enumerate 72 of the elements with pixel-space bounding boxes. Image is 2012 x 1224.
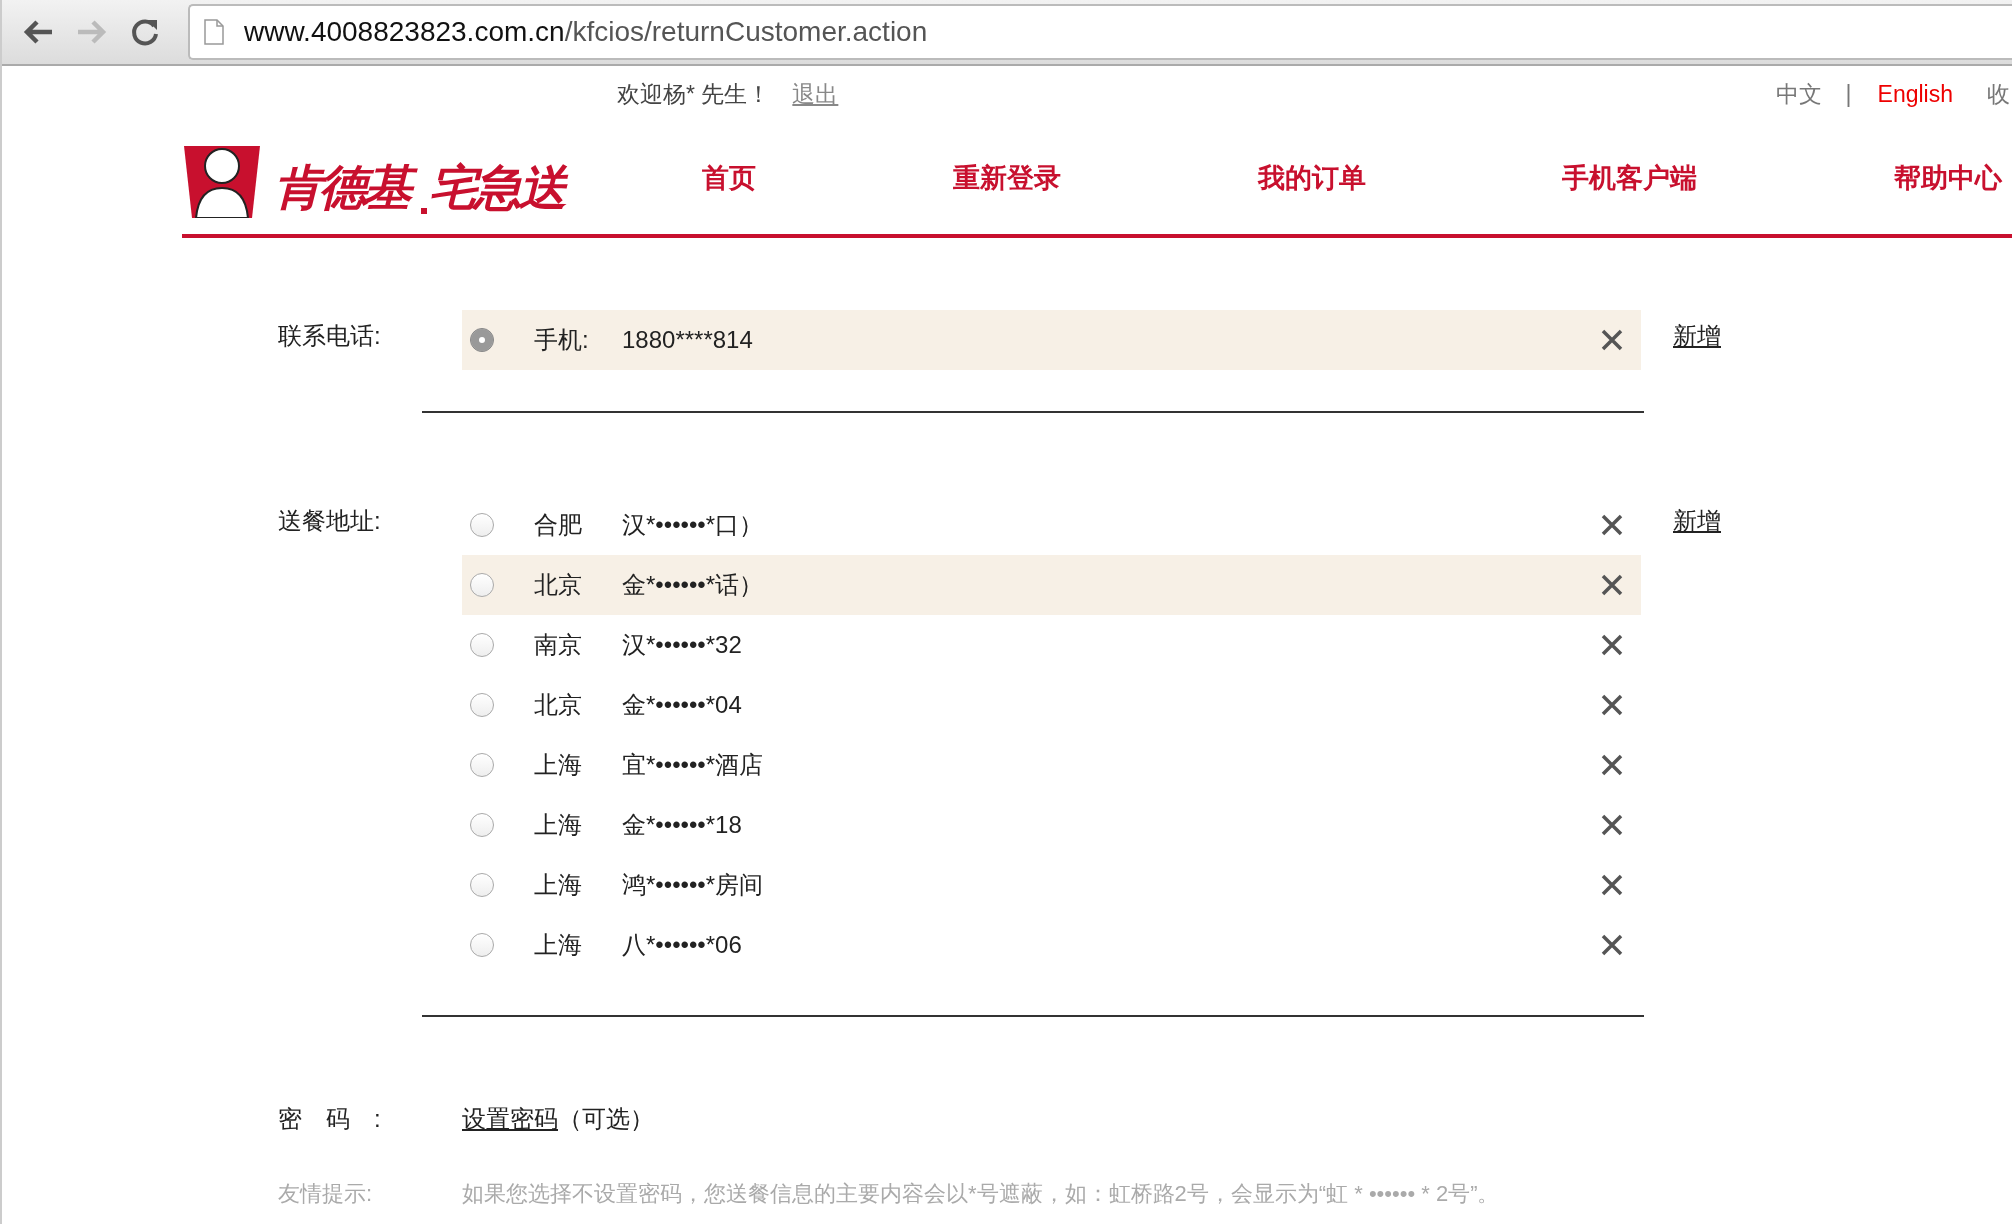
nav-link[interactable]: 我的订单: [1257, 160, 1366, 196]
city-text: 北京: [534, 690, 583, 720]
logout-link[interactable]: 退出: [792, 78, 839, 110]
radio-button[interactable]: [470, 813, 494, 837]
url-text: www.4008823823.com.cn/kfcios/returnCustomer.action: [244, 16, 928, 48]
optional-note: （可选）: [558, 1104, 654, 1134]
back-icon[interactable]: [22, 18, 54, 46]
language-link[interactable]: English: [1877, 80, 1953, 108]
field-label: 联系电话:: [278, 321, 382, 351]
delete-icon[interactable]: [1601, 634, 1623, 656]
address-row[interactable]: 北京 金*••••••*话）: [462, 555, 1641, 615]
city-text: 北京: [534, 570, 583, 600]
address-row[interactable]: 南京 汉*••••••*32: [462, 615, 1641, 675]
address-text: 金*••••••*话）: [622, 570, 765, 600]
address-row[interactable]: 上海 鸿*••••••*房间: [462, 855, 1641, 915]
delete-icon[interactable]: [1601, 934, 1623, 956]
add-link[interactable]: 新增: [1673, 495, 1721, 537]
field-label: 密 码 :: [278, 1104, 382, 1134]
header-link[interactable]: 收: [1987, 78, 2010, 110]
page-icon: [204, 19, 224, 45]
delete-icon[interactable]: [1601, 329, 1623, 351]
address-bar[interactable]: www.4008823823.com.cn/kfcios/returnCustomer.action: [188, 4, 2012, 60]
add-link[interactable]: 新增: [1673, 310, 1721, 352]
address-text: 八*••••••*06: [622, 930, 743, 960]
address-row[interactable]: 北京 金*••••••*04: [462, 675, 1641, 735]
phone-type: 手机:: [534, 325, 590, 355]
city-text: 合肥: [534, 510, 583, 540]
city-text: 上海: [534, 930, 583, 960]
radio-button[interactable]: [470, 573, 494, 597]
city-text: 南京: [534, 630, 583, 660]
logo-text: 肯德基: [274, 158, 419, 218]
address-row[interactable]: 上海 八*••••••*06: [462, 915, 1641, 975]
city-text: 上海: [534, 810, 583, 840]
address-row[interactable]: 合肥 汉*••••••*口）: [462, 495, 1641, 555]
address-row[interactable]: 上海 金*••••••*18: [462, 795, 1641, 855]
nav-link[interactable]: 首页: [702, 160, 756, 196]
welcome-text: 欢迎杨* 先生！: [617, 79, 771, 109]
radio-button[interactable]: [470, 633, 494, 657]
reload-icon[interactable]: [130, 17, 160, 47]
phone-row[interactable]: 手机: 1880****814: [462, 310, 1641, 370]
logo-text: 宅急送: [429, 160, 567, 216]
address-text: 金*••••••*18: [622, 810, 743, 840]
language-link[interactable]: 中文: [1775, 78, 1822, 110]
tip-text: 如果您选择不设置密码，您送餐信息的主要内容会以*号遮蔽，如：虹桥路2号，会显示为“虹 * •••••• * 2号”。: [462, 1180, 1500, 1208]
address-text: 汉*••••••*口）: [622, 510, 765, 540]
phone-number: 1880****814: [622, 326, 754, 354]
address-text: 宜*••••••*酒店: [622, 750, 765, 780]
city-text: 上海: [534, 750, 583, 780]
radio-button[interactable]: [470, 933, 494, 957]
radio-button[interactable]: [470, 873, 494, 897]
delete-icon[interactable]: [1601, 874, 1623, 896]
delete-icon[interactable]: [1601, 514, 1623, 536]
city-text: 上海: [534, 870, 583, 900]
radio-button[interactable]: [470, 328, 494, 352]
radio-button[interactable]: [470, 693, 494, 717]
delete-icon[interactable]: [1601, 694, 1623, 716]
delete-icon[interactable]: [1601, 754, 1623, 776]
address-row[interactable]: 上海 宜*••••••*酒店: [462, 735, 1641, 795]
field-label: 送餐地址:: [278, 506, 382, 536]
radio-button[interactable]: [470, 753, 494, 777]
nav-link[interactable]: 帮助中心: [1894, 160, 2002, 196]
nav-link[interactable]: 手机客户端: [1562, 160, 1698, 196]
tip-label: 友情提示:: [278, 1180, 374, 1208]
radio-button[interactable]: [470, 513, 494, 537]
delete-icon[interactable]: [1601, 574, 1623, 596]
nav-link[interactable]: 重新登录: [952, 160, 1061, 196]
separator: |: [1845, 80, 1852, 108]
set-password-link[interactable]: 设置密码: [462, 1103, 558, 1135]
address-text: 鸿*••••••*房间: [622, 870, 765, 900]
address-text: 金*••••••*04: [622, 690, 743, 720]
address-text: 汉*••••••*32: [622, 630, 743, 660]
delete-icon[interactable]: [1601, 814, 1623, 836]
